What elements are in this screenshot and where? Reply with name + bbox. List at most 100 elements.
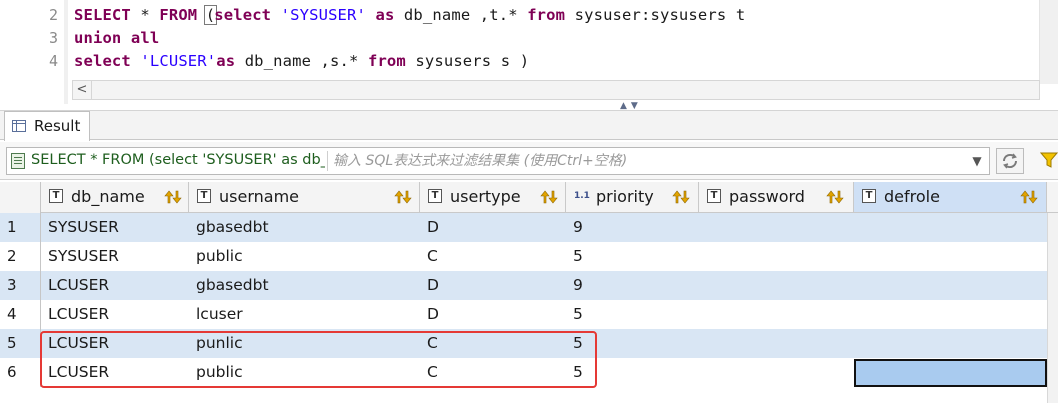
cell-defrole[interactable] [854, 242, 1047, 271]
row-number[interactable]: 1 [0, 213, 41, 242]
grid-header-row: T db_name T username T usertype 1.1 prio… [0, 182, 1058, 213]
column-header-db-name[interactable]: T db_name [41, 182, 189, 212]
cell-priority[interactable]: 5 [566, 242, 699, 271]
column-header-defrole[interactable]: T defrole [854, 182, 1047, 212]
column-header-label: defrole [884, 187, 940, 206]
sql-string: 'LCUSER' [140, 52, 217, 70]
cell-username[interactable]: gbasedbt [189, 213, 420, 242]
sort-icon[interactable] [1020, 189, 1038, 205]
sql-keyword: FROM [159, 6, 198, 24]
filter-box: SELECT * FROM (select 'SYSUSER' as db_na… [6, 147, 990, 175]
sql-keyword: select [74, 52, 131, 70]
cell-usertype[interactable]: D [420, 271, 566, 300]
row-number[interactable]: 6 [0, 358, 41, 387]
cell-priority[interactable]: 9 [566, 271, 699, 300]
column-header-priority[interactable]: 1.1 priority [566, 182, 699, 212]
line-number: 4 [48, 52, 58, 70]
table-row[interactable]: 3 LCUSER gbasedbt D 9 [0, 271, 1058, 300]
filter-bar: SELECT * FROM (select 'SYSUSER' as db_na… [0, 142, 1058, 180]
cell-usertype[interactable]: C [420, 242, 566, 271]
refresh-button[interactable] [996, 148, 1024, 174]
cell-usertype[interactable]: D [420, 300, 566, 329]
cell-priority[interactable]: 5 [566, 300, 699, 329]
cell-defrole[interactable] [854, 300, 1047, 329]
editor-line[interactable]: 4 select 'LCUSER'as db_name ,s.* from sy… [0, 50, 1040, 73]
sql-keyword: from [367, 52, 406, 70]
cell-defrole[interactable] [854, 329, 1047, 358]
column-header-label: db_name [71, 187, 145, 206]
column-header-label: username [219, 187, 299, 206]
scroll-left-icon[interactable]: < [73, 81, 92, 99]
cell-priority[interactable]: 9 [566, 213, 699, 242]
numeric-type-icon: 1.1 [574, 191, 590, 201]
cell-password[interactable] [699, 213, 854, 242]
filter-input[interactable] [333, 149, 963, 173]
sql-editor[interactable]: 2 SELECT * FROM (select 'SYSUSER' as db_… [0, 0, 1058, 111]
cell-defrole[interactable] [854, 213, 1047, 242]
sort-icon[interactable] [394, 189, 412, 205]
chevron-down-icon[interactable]: ▼ [969, 154, 985, 168]
sort-icon[interactable] [826, 189, 844, 205]
grid-corner[interactable] [0, 182, 41, 213]
row-number[interactable]: 2 [0, 242, 41, 271]
cell-password[interactable] [699, 329, 854, 358]
cell-db-name[interactable]: LCUSER [41, 271, 189, 300]
text-type-icon: T [49, 189, 63, 203]
line-number: 3 [48, 29, 58, 47]
row-number[interactable]: 4 [0, 300, 41, 329]
column-header-label: usertype [450, 187, 521, 206]
column-header-password[interactable]: T password [699, 182, 854, 212]
editor-vertical-scrollbar[interactable] [1039, 0, 1058, 84]
sort-icon[interactable] [540, 189, 558, 205]
table-row[interactable]: 2 SYSUSER public C 5 [0, 242, 1058, 271]
sql-keyword: union all [74, 29, 160, 47]
sql-token: * [130, 6, 160, 24]
table-row[interactable]: 1 SYSUSER gbasedbt D 9 [0, 213, 1058, 242]
sort-icon[interactable] [164, 189, 182, 205]
column-header-label: password [729, 187, 805, 206]
code-text[interactable]: select 'LCUSER'as db_name ,s.* from sysu… [74, 50, 529, 73]
code-text[interactable]: union all [74, 27, 159, 50]
text-type-icon: T [862, 189, 876, 203]
column-header-usertype[interactable]: T usertype [420, 182, 566, 212]
cell-username[interactable]: gbasedbt [189, 271, 420, 300]
sort-icon[interactable] [672, 189, 690, 205]
result-grid[interactable]: T db_name T username T usertype 1.1 prio… [0, 182, 1058, 403]
table-icon [12, 120, 26, 132]
tab-result-label: Result [34, 117, 81, 135]
sql-keyword: from [527, 6, 566, 24]
cell-username[interactable]: lcuser [189, 300, 420, 329]
cell-defrole[interactable] [854, 271, 1047, 300]
editor-horizontal-scrollbar[interactable]: < [72, 80, 1040, 100]
grid-vertical-scrollbar[interactable] [1047, 213, 1058, 403]
editor-line[interactable]: 3 union all [0, 27, 1040, 50]
column-header-username[interactable]: T username [189, 182, 420, 212]
row-number[interactable]: 5 [0, 329, 41, 358]
query-text[interactable]: SELECT * FROM (select 'SYSUSER' as db_na… [31, 152, 325, 168]
filter-funnel-icon[interactable] [1040, 151, 1058, 169]
sql-token: db_name ,s.* [235, 52, 368, 70]
cell-db-name[interactable]: SYSUSER [41, 213, 189, 242]
refresh-icon [1002, 153, 1018, 169]
cell-usertype[interactable]: D [420, 213, 566, 242]
cell-password[interactable] [699, 271, 854, 300]
code-text[interactable]: SELECT * FROM (select 'SYSUSER' as db_na… [74, 4, 745, 27]
selected-cell[interactable] [854, 359, 1047, 387]
table-row[interactable]: 4 LCUSER lcuser D 5 [0, 300, 1058, 329]
tab-result[interactable]: Result [4, 111, 90, 141]
cell-password[interactable] [699, 242, 854, 271]
column-header-label: priority [596, 187, 654, 206]
cell-username[interactable]: public [189, 242, 420, 271]
cell-db-name[interactable]: SYSUSER [41, 242, 189, 271]
cell-password[interactable] [699, 300, 854, 329]
sql-keyword: select [214, 6, 272, 24]
editor-line[interactable]: 2 SELECT * FROM (select 'SYSUSER' as db_… [0, 4, 1040, 27]
row-number[interactable]: 3 [0, 271, 41, 300]
sql-string: 'SYSUSER' [280, 6, 366, 24]
line-number: 2 [48, 6, 58, 24]
cell-password[interactable] [699, 358, 854, 387]
cell-db-name[interactable]: LCUSER [41, 300, 189, 329]
text-type-icon: T [197, 189, 211, 203]
